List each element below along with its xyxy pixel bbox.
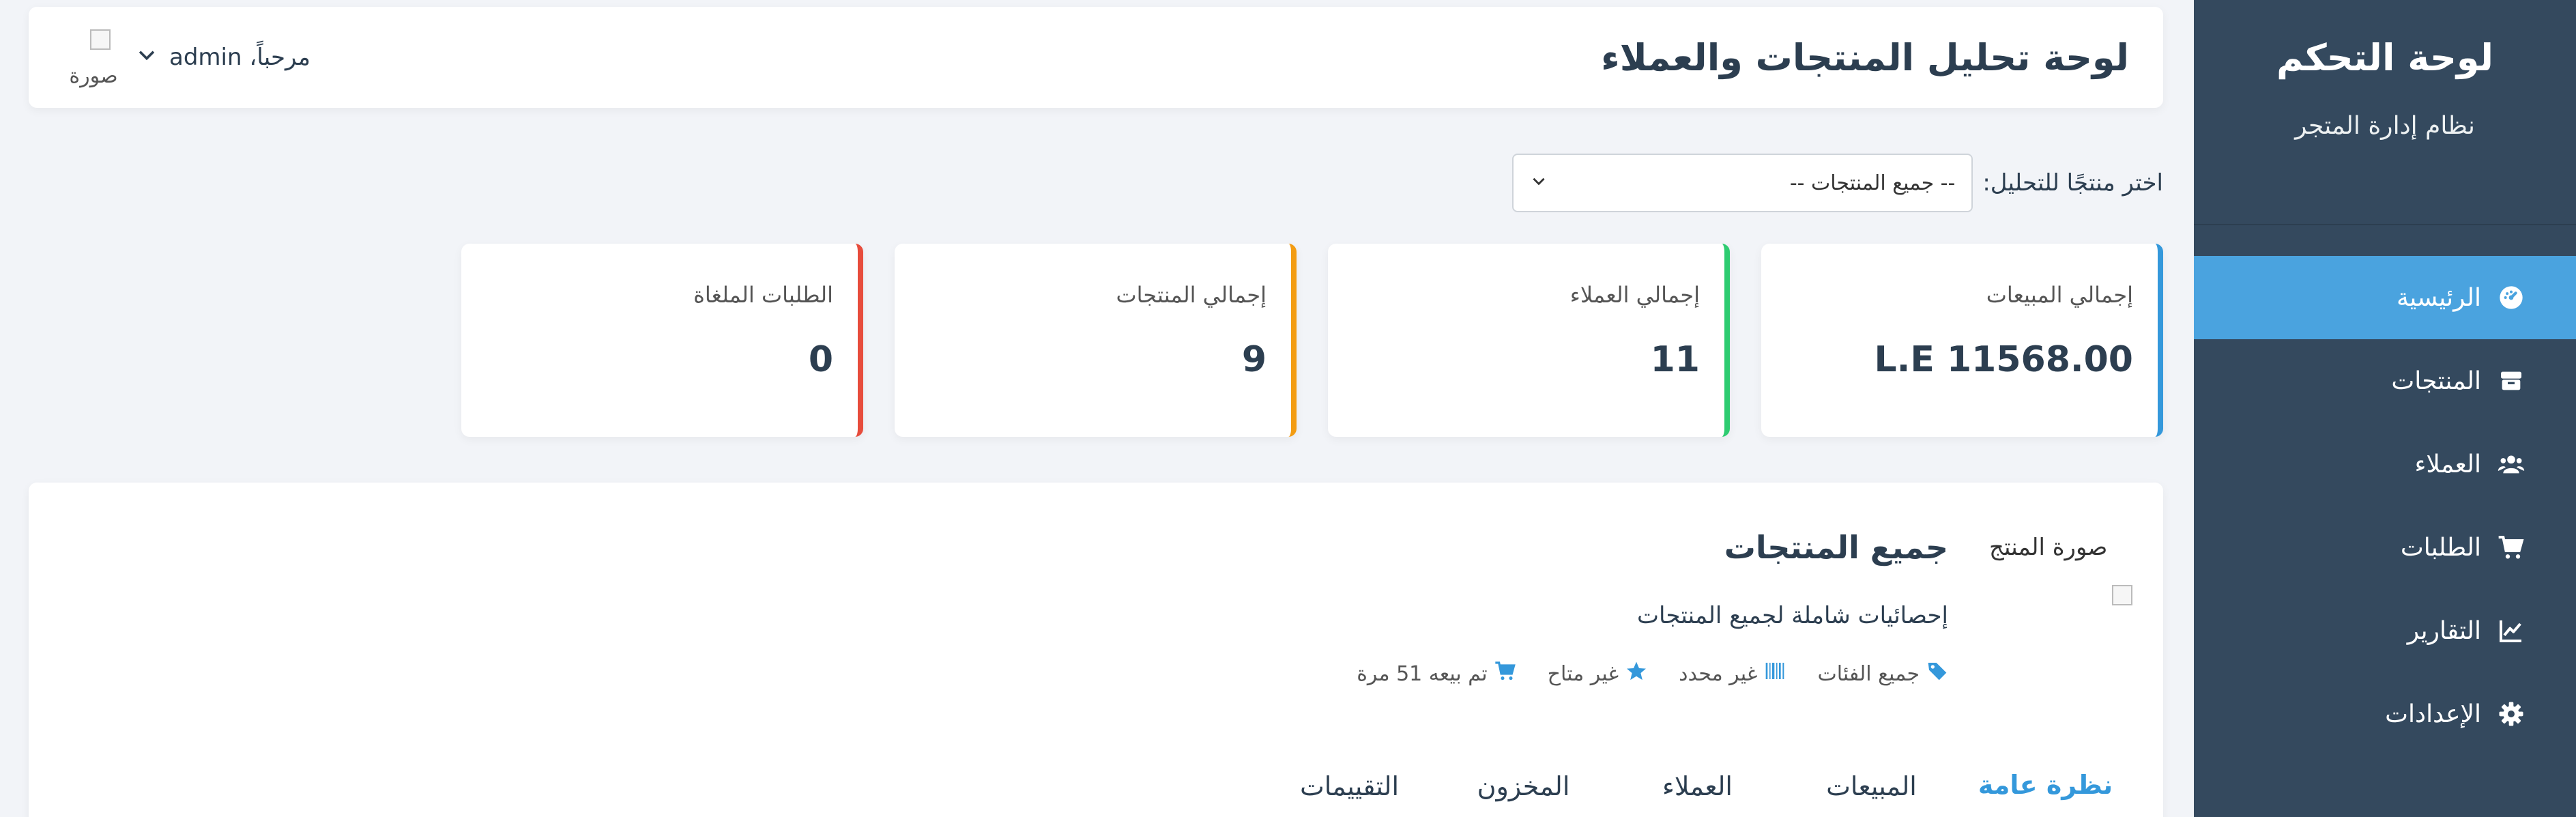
analysis-tabs: نظرة عامة المبيعات العملاء المخزون التقي…: [1262, 749, 2132, 817]
stat-label: إجمالي المنتجات: [1116, 282, 1267, 308]
product-filter-label: اختر منتجًا للتحليل:: [1982, 169, 2163, 197]
chevron-down-icon: [1530, 171, 1548, 195]
sidebar-item-customers[interactable]: العملاء: [2194, 422, 2576, 506]
stat-label: إجمالي العملاء: [1569, 282, 1700, 308]
product-filter: اختر منتجًا للتحليل: -- جميع المنتجات --: [1512, 154, 2163, 212]
product-select-value: -- جميع المنتجات --: [1789, 171, 1956, 195]
stat-card-total-customers: إجمالي العملاء 11: [1328, 244, 1730, 437]
cart-icon: [2498, 534, 2525, 561]
users-icon: [2498, 450, 2525, 478]
product-panel: صورة المنتج جميع المنتجات إحصائيات شاملة…: [29, 483, 2163, 817]
cart-icon: [1494, 660, 1516, 687]
box-icon: [2498, 367, 2525, 395]
avatar-alt-text: صورة: [69, 64, 118, 88]
stats-cards: إجمالي المبيعات L.E 11568.00 إجمالي العم…: [461, 244, 2163, 437]
product-sold-text: تم بيعه 51 مرة: [1357, 661, 1488, 686]
tab-sales[interactable]: المبيعات: [1784, 749, 1958, 817]
sidebar-title: لوحة التحكم: [2276, 36, 2494, 79]
product-barcode: غير محدد: [1679, 660, 1786, 687]
tab-reviews[interactable]: التقييمات: [1262, 749, 1436, 817]
dashboard-icon: [2498, 284, 2525, 311]
product-image-alt-text: صورة المنتج: [1989, 534, 2108, 561]
sidebar-item-label: المنتجات: [2391, 367, 2481, 395]
sidebar-item-orders[interactable]: الطلبات: [2194, 506, 2576, 589]
tag-icon: [1926, 660, 1948, 687]
product-description: إحصائيات شاملة لجميع المنتجات: [1637, 602, 1948, 629]
sidebar-menu: الرئيسية المنتجات العملاء الطلبات التقار…: [2194, 256, 2576, 756]
product-select[interactable]: -- جميع المنتجات --: [1512, 154, 1973, 212]
page-title: لوحة تحليل المنتجات والعملاء: [1601, 35, 2129, 79]
sidebar-item-settings[interactable]: الإعدادات: [2194, 672, 2576, 756]
stat-card-total-sales: إجمالي المبيعات L.E 11568.00: [1761, 244, 2163, 437]
sidebar-item-reports[interactable]: التقارير: [2194, 589, 2576, 672]
user-greeting: مرحباً، admin: [169, 44, 310, 71]
product-rating: غير متاح: [1548, 660, 1647, 687]
stat-value: L.E 11568.00: [1874, 339, 2133, 380]
avatar[interactable]: صورة: [63, 27, 124, 88]
product-sold-count: تم بيعه 51 مرة: [1357, 660, 1516, 687]
stat-value: 9: [1241, 339, 1267, 380]
top-bar: لوحة تحليل المنتجات والعملاء مرحباً، adm…: [29, 7, 2163, 108]
sidebar-item-label: الرئيسية: [2397, 283, 2481, 312]
stat-value: 0: [808, 339, 833, 380]
broken-image-icon: [90, 29, 111, 50]
product-barcode-text: غير محدد: [1679, 661, 1758, 686]
sidebar-item-home[interactable]: الرئيسية: [2194, 256, 2576, 339]
product-info: جميع المنتجات إحصائيات شاملة لجميع المنت…: [1357, 524, 1948, 687]
stat-card-cancelled-orders: الطلبات الملغاة 0: [461, 244, 863, 437]
product-category: جميع الفئات: [1817, 660, 1948, 687]
sidebar-item-label: الطلبات: [2400, 533, 2481, 562]
stat-value: 11: [1650, 339, 1700, 380]
barcode-icon: [1764, 660, 1786, 687]
product-rating-text: غير متاح: [1547, 661, 1619, 686]
tab-overview[interactable]: نظرة عامة: [1958, 749, 2132, 817]
tab-inventory[interactable]: المخزون: [1436, 749, 1610, 817]
stat-label: إجمالي المبيعات: [1986, 282, 2133, 308]
sidebar-item-label: الإعدادات: [2385, 700, 2481, 728]
broken-image-icon: [2112, 585, 2132, 605]
star-icon: [1625, 660, 1647, 687]
product-title: جميع المنتجات: [1724, 529, 1948, 566]
chevron-down-icon: [135, 43, 158, 72]
gear-icon: [2498, 700, 2525, 728]
stat-label: الطلبات الملغاة: [693, 282, 833, 308]
stat-card-total-products: إجمالي المنتجات 9: [895, 244, 1297, 437]
user-menu[interactable]: مرحباً، admin صورة: [63, 27, 310, 88]
sidebar-subtitle: نظام إدارة المتجر: [2295, 112, 2475, 140]
product-category-text: جميع الفئات: [1817, 661, 1920, 686]
sidebar: لوحة التحكم نظام إدارة المتجر الرئيسية ا…: [2194, 0, 2576, 817]
product-image: صورة المنتج: [1989, 534, 2132, 605]
sidebar-header: لوحة التحكم نظام إدارة المتجر: [2194, 0, 2576, 225]
chart-line-icon: [2498, 617, 2525, 644]
sidebar-item-label: العملاء: [2414, 450, 2481, 478]
sidebar-item-products[interactable]: المنتجات: [2194, 339, 2576, 422]
tab-customers[interactable]: العملاء: [1610, 749, 1784, 817]
product-meta: جميع الفئات غير محدد غير متاح تم بيعه 51…: [1357, 660, 1948, 687]
sidebar-item-label: التقارير: [2407, 616, 2481, 645]
